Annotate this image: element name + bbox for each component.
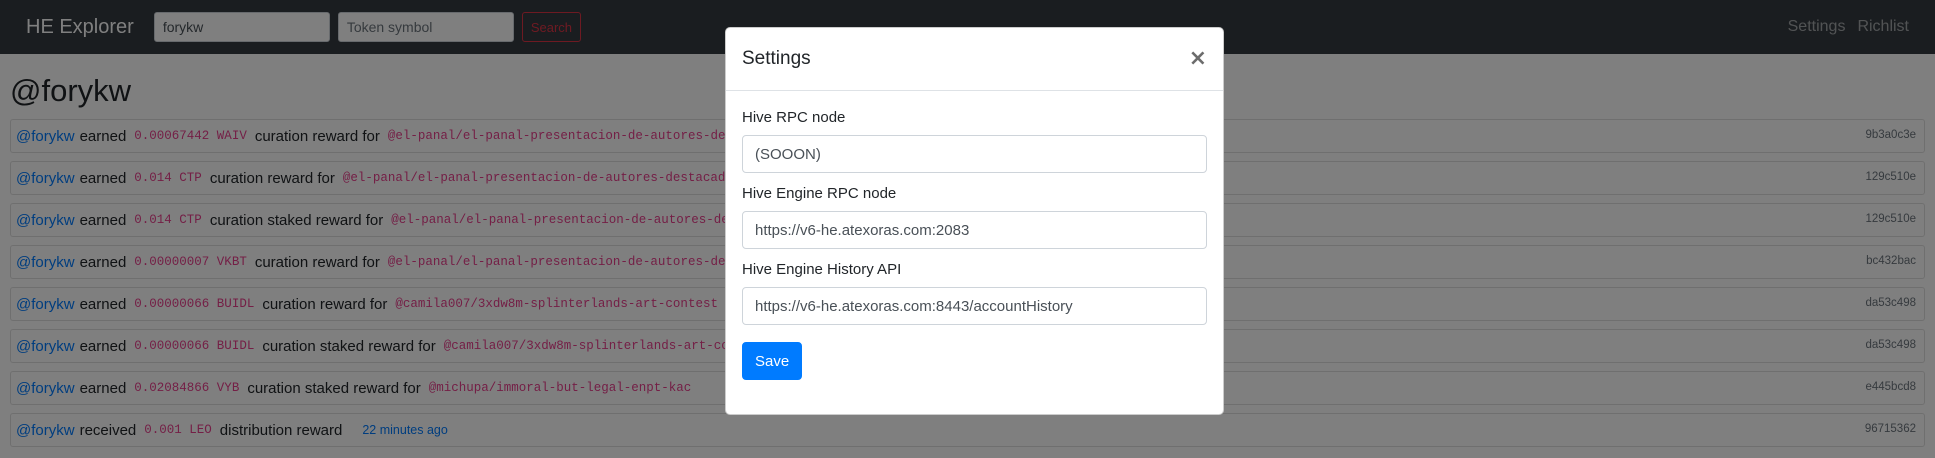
modal-body: Hive RPC node Hive Engine RPC node Hive … (726, 91, 1223, 380)
he-history-group: Hive Engine History API (742, 261, 1207, 325)
save-button[interactable]: Save (742, 342, 803, 380)
he-rpc-input[interactable] (742, 211, 1207, 249)
he-rpc-label: Hive Engine RPC node (742, 185, 897, 202)
he-history-label: Hive Engine History API (742, 261, 902, 278)
hive-rpc-label: Hive RPC node (742, 109, 846, 126)
hive-rpc-input[interactable] (742, 135, 1207, 173)
he-rpc-group: Hive Engine RPC node (742, 185, 1207, 249)
settings-modal: Settings × Hive RPC node Hive Engine RPC… (725, 27, 1224, 415)
hive-rpc-group: Hive RPC node (742, 109, 1207, 173)
close-icon[interactable]: × (1189, 48, 1207, 70)
modal-header: Settings × (726, 28, 1223, 91)
he-history-input[interactable] (742, 287, 1207, 325)
modal-title: Settings (742, 48, 811, 69)
